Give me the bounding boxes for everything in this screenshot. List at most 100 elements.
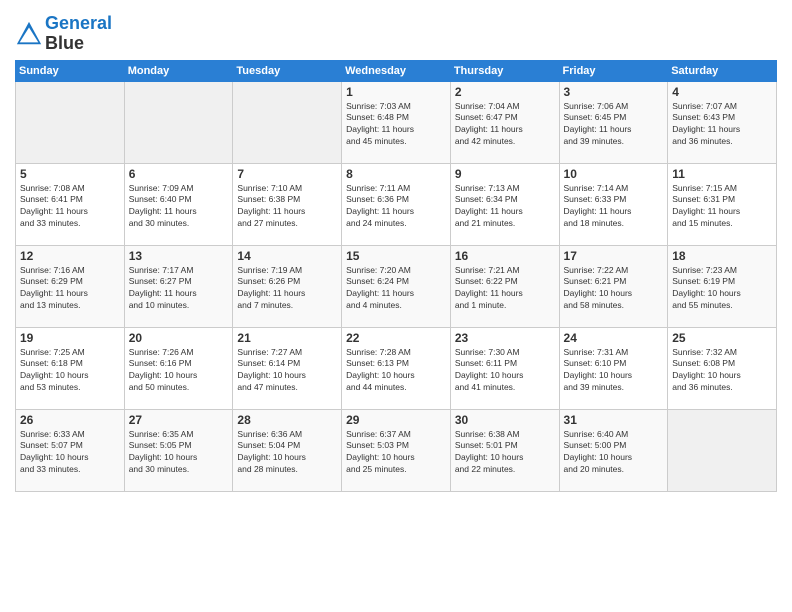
day-info: Sunrise: 6:37 AM Sunset: 5:03 PM Dayligh… [346, 429, 446, 477]
day-info: Sunrise: 6:38 AM Sunset: 5:01 PM Dayligh… [455, 429, 555, 477]
calendar-container: GeneralBlue SundayMondayTuesdayWednesday… [0, 0, 792, 502]
day-number: 26 [20, 413, 120, 427]
logo-icon [15, 20, 43, 48]
calendar-day-cell: 26 Sunrise: 6:33 AM Sunset: 5:07 PM Dayli… [16, 409, 125, 491]
day-number: 29 [346, 413, 446, 427]
day-number: 21 [237, 331, 337, 345]
calendar-day-cell: 12 Sunrise: 7:16 AM Sunset: 6:29 PM Dayli… [16, 245, 125, 327]
day-info: Sunrise: 7:06 AM Sunset: 6:45 PM Dayligh… [564, 101, 664, 149]
day-info: Sunrise: 7:27 AM Sunset: 6:14 PM Dayligh… [237, 347, 337, 395]
calendar-week-row: 26 Sunrise: 6:33 AM Sunset: 5:07 PM Dayli… [16, 409, 777, 491]
day-of-week-header: Friday [559, 60, 668, 81]
calendar-day-cell: 13Sunrise: 7:17 AM Sunset: 6:27 PM Dayli… [124, 245, 233, 327]
day-number: 8 [346, 167, 446, 181]
day-number: 18 [672, 249, 772, 263]
day-number: 30 [455, 413, 555, 427]
day-number: 25 [672, 331, 772, 345]
day-info: Sunrise: 7:04 AM Sunset: 6:47 PM Dayligh… [455, 101, 555, 149]
day-number: 19 [20, 331, 120, 345]
calendar-day-cell: 22 Sunrise: 7:28 AM Sunset: 6:13 PM Dayli… [342, 327, 451, 409]
day-number: 15 [346, 249, 446, 263]
day-info: Sunrise: 6:33 AM Sunset: 5:07 PM Dayligh… [20, 429, 120, 477]
day-number: 10 [564, 167, 664, 181]
day-info: Sunrise: 7:26 AM Sunset: 6:16 PM Dayligh… [129, 347, 229, 395]
day-number: 13 [129, 249, 229, 263]
calendar-day-cell: 30 Sunrise: 6:38 AM Sunset: 5:01 PM Dayli… [450, 409, 559, 491]
calendar-day-cell: 10 Sunrise: 7:14 AM Sunset: 6:33 PM Dayli… [559, 163, 668, 245]
logo-text: GeneralBlue [45, 14, 112, 54]
calendar-day-cell: 8 Sunrise: 7:11 AM Sunset: 6:36 PM Daylig… [342, 163, 451, 245]
day-info: Sunrise: 7:25 AM Sunset: 6:18 PM Dayligh… [20, 347, 120, 395]
day-info: Sunrise: 7:09 AM Sunset: 6:40 PM Dayligh… [129, 183, 229, 231]
day-info: Sunrise: 7:10 AM Sunset: 6:38 PM Dayligh… [237, 183, 337, 231]
calendar-day-cell: 7 Sunrise: 7:10 AM Sunset: 6:38 PM Daylig… [233, 163, 342, 245]
calendar-day-cell: 16Sunrise: 7:21 AM Sunset: 6:22 PM Dayli… [450, 245, 559, 327]
day-info: Sunrise: 7:22 AM Sunset: 6:21 PM Dayligh… [564, 265, 664, 313]
day-number: 20 [129, 331, 229, 345]
day-info: Sunrise: 7:11 AM Sunset: 6:36 PM Dayligh… [346, 183, 446, 231]
day-of-week-header: Tuesday [233, 60, 342, 81]
day-number: 3 [564, 85, 664, 99]
calendar-day-cell: 25 Sunrise: 7:32 AM Sunset: 6:08 PM Dayli… [668, 327, 777, 409]
calendar-day-cell: 14 Sunrise: 7:19 AM Sunset: 6:26 PM Dayli… [233, 245, 342, 327]
day-info: Sunrise: 7:16 AM Sunset: 6:29 PM Dayligh… [20, 265, 120, 313]
calendar-day-cell: 11 Sunrise: 7:15 AM Sunset: 6:31 PM Dayli… [668, 163, 777, 245]
day-number: 6 [129, 167, 229, 181]
calendar-day-cell: 1 Sunrise: 7:03 AM Sunset: 6:48 PM Daylig… [342, 81, 451, 163]
calendar-day-cell: 20 Sunrise: 7:26 AM Sunset: 6:16 PM Dayli… [124, 327, 233, 409]
calendar-day-cell [233, 81, 342, 163]
day-of-week-header: Wednesday [342, 60, 451, 81]
day-number: 7 [237, 167, 337, 181]
day-number: 4 [672, 85, 772, 99]
day-number: 2 [455, 85, 555, 99]
day-info: Sunrise: 7:30 AM Sunset: 6:11 PM Dayligh… [455, 347, 555, 395]
day-number: 24 [564, 331, 664, 345]
calendar-week-row: 1 Sunrise: 7:03 AM Sunset: 6:48 PM Daylig… [16, 81, 777, 163]
day-info: Sunrise: 7:03 AM Sunset: 6:48 PM Dayligh… [346, 101, 446, 149]
day-of-week-header: Monday [124, 60, 233, 81]
calendar-day-cell: 28 Sunrise: 6:36 AM Sunset: 5:04 PM Dayli… [233, 409, 342, 491]
calendar-header-row: SundayMondayTuesdayWednesdayThursdayFrid… [16, 60, 777, 81]
day-info: Sunrise: 7:14 AM Sunset: 6:33 PM Dayligh… [564, 183, 664, 231]
calendar-table: SundayMondayTuesdayWednesdayThursdayFrid… [15, 60, 777, 492]
day-number: 27 [129, 413, 229, 427]
calendar-day-cell: 2 Sunrise: 7:04 AM Sunset: 6:47 PM Daylig… [450, 81, 559, 163]
day-info: Sunrise: 6:35 AM Sunset: 5:05 PM Dayligh… [129, 429, 229, 477]
day-number: 31 [564, 413, 664, 427]
calendar-day-cell: 9Sunrise: 7:13 AM Sunset: 6:34 PM Daylig… [450, 163, 559, 245]
day-info: Sunrise: 7:15 AM Sunset: 6:31 PM Dayligh… [672, 183, 772, 231]
calendar-day-cell [668, 409, 777, 491]
day-number: 12 [20, 249, 120, 263]
calendar-day-cell: 23 Sunrise: 7:30 AM Sunset: 6:11 PM Dayli… [450, 327, 559, 409]
day-number: 23 [455, 331, 555, 345]
day-number: 5 [20, 167, 120, 181]
day-number: 1 [346, 85, 446, 99]
calendar-day-cell [124, 81, 233, 163]
day-number: 22 [346, 331, 446, 345]
calendar-week-row: 12 Sunrise: 7:16 AM Sunset: 6:29 PM Dayli… [16, 245, 777, 327]
calendar-day-cell: 6 Sunrise: 7:09 AM Sunset: 6:40 PM Daylig… [124, 163, 233, 245]
day-info: Sunrise: 6:36 AM Sunset: 5:04 PM Dayligh… [237, 429, 337, 477]
calendar-day-cell: 3 Sunrise: 7:06 AM Sunset: 6:45 PM Daylig… [559, 81, 668, 163]
day-info: Sunrise: 7:07 AM Sunset: 6:43 PM Dayligh… [672, 101, 772, 149]
logo: GeneralBlue [15, 14, 112, 54]
calendar-day-cell: 31 Sunrise: 6:40 AM Sunset: 5:00 PM Dayli… [559, 409, 668, 491]
day-number: 16 [455, 249, 555, 263]
day-info: Sunrise: 7:19 AM Sunset: 6:26 PM Dayligh… [237, 265, 337, 313]
day-number: 28 [237, 413, 337, 427]
day-info: Sunrise: 7:32 AM Sunset: 6:08 PM Dayligh… [672, 347, 772, 395]
calendar-day-cell: 18 Sunrise: 7:23 AM Sunset: 6:19 PM Dayli… [668, 245, 777, 327]
day-number: 11 [672, 167, 772, 181]
calendar-day-cell: 24Sunrise: 7:31 AM Sunset: 6:10 PM Dayli… [559, 327, 668, 409]
day-info: Sunrise: 7:28 AM Sunset: 6:13 PM Dayligh… [346, 347, 446, 395]
day-info: Sunrise: 7:23 AM Sunset: 6:19 PM Dayligh… [672, 265, 772, 313]
day-number: 14 [237, 249, 337, 263]
day-of-week-header: Saturday [668, 60, 777, 81]
day-info: Sunrise: 7:20 AM Sunset: 6:24 PM Dayligh… [346, 265, 446, 313]
day-info: Sunrise: 7:13 AM Sunset: 6:34 PM Dayligh… [455, 183, 555, 231]
calendar-day-cell [16, 81, 125, 163]
calendar-day-cell: 21 Sunrise: 7:27 AM Sunset: 6:14 PM Dayli… [233, 327, 342, 409]
day-info: Sunrise: 6:40 AM Sunset: 5:00 PM Dayligh… [564, 429, 664, 477]
day-of-week-header: Thursday [450, 60, 559, 81]
day-of-week-header: Sunday [16, 60, 125, 81]
